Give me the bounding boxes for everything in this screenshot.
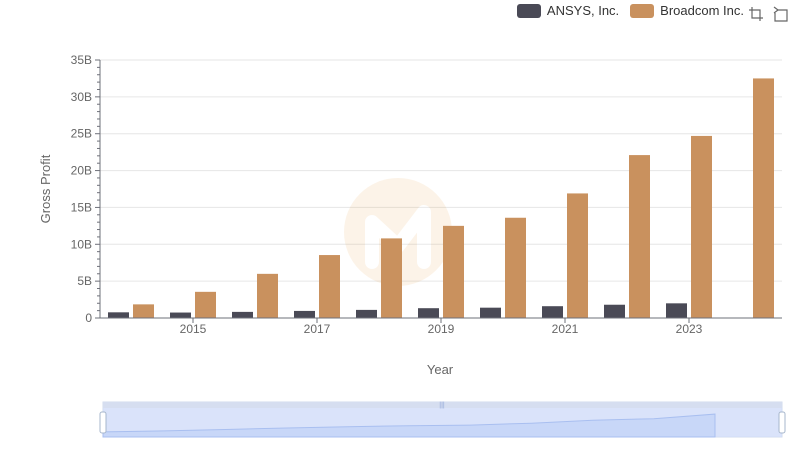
bars bbox=[108, 78, 774, 318]
bar-ansys-2015[interactable] bbox=[170, 312, 191, 318]
bar-broadcom-2020[interactable] bbox=[505, 217, 526, 318]
legend-swatch-ansys bbox=[516, 3, 541, 18]
data-zoom-slider[interactable]: ||| bbox=[99, 401, 786, 438]
data-zoom-grip-icon: ||| bbox=[439, 402, 445, 409]
bar-ansys-2020[interactable] bbox=[480, 307, 501, 318]
y-tick-label: 0 bbox=[85, 311, 92, 325]
x-axis-title: Year bbox=[427, 362, 454, 377]
bar-ansys-2022[interactable] bbox=[604, 304, 625, 318]
bar-broadcom-2022[interactable] bbox=[629, 155, 650, 318]
bar-broadcom-2015[interactable] bbox=[195, 291, 216, 318]
bar-ansys-2021[interactable] bbox=[542, 306, 563, 318]
legend-label-ansys: ANSYS, Inc. bbox=[546, 3, 620, 18]
data-zoom-left-handle[interactable] bbox=[99, 411, 107, 434]
data-zoom-right-handle[interactable] bbox=[778, 411, 786, 434]
bar-broadcom-2018[interactable] bbox=[381, 238, 402, 318]
legend-item-broadcom[interactable]: Broadcom Inc. bbox=[630, 3, 744, 18]
axes bbox=[95, 59, 782, 323]
bar-broadcom-2024[interactable] bbox=[753, 78, 774, 318]
bar-ansys-2016[interactable] bbox=[232, 311, 253, 318]
x-tick-label: 2017 bbox=[304, 322, 331, 336]
bar-broadcom-2019[interactable] bbox=[443, 225, 464, 318]
bar-ansys-2017[interactable] bbox=[294, 310, 315, 318]
restore-icon[interactable] bbox=[773, 6, 789, 22]
y-tick-label: 30B bbox=[71, 90, 92, 104]
bar-ansys-2018[interactable] bbox=[356, 309, 377, 318]
x-tick-label: 2021 bbox=[552, 322, 579, 336]
chart-legend: ANSYS, Inc. Broadcom Inc. bbox=[506, 3, 744, 18]
y-tick-label: 15B bbox=[71, 200, 92, 214]
x-tick-label: 2015 bbox=[180, 322, 207, 336]
legend-item-ansys[interactable]: ANSYS, Inc. bbox=[516, 3, 620, 18]
x-tick-label: 2023 bbox=[676, 322, 703, 336]
bar-broadcom-2021[interactable] bbox=[567, 193, 588, 318]
legend-swatch-broadcom bbox=[630, 3, 655, 18]
y-tick-label: 20B bbox=[71, 164, 92, 178]
bar-chart: 0 5B 10B 15B 20B 25B 30B 35B 2015 2017 2019 2021 202… bbox=[38, 53, 786, 438]
y-tick-label: 35B bbox=[71, 53, 92, 67]
bar-broadcom-2017[interactable] bbox=[319, 255, 340, 318]
y-tick-label: 25B bbox=[71, 127, 92, 141]
y-tick-label: 10B bbox=[71, 237, 92, 251]
bar-broadcom-2014[interactable] bbox=[133, 304, 154, 318]
y-tick-label: 5B bbox=[77, 274, 92, 288]
legend-label-broadcom: Broadcom Inc. bbox=[660, 3, 744, 18]
y-axis-title: Gross Profit bbox=[38, 154, 53, 223]
x-tick-label: 2019 bbox=[428, 322, 455, 336]
bar-broadcom-2023[interactable] bbox=[691, 135, 712, 318]
bar-ansys-2019[interactable] bbox=[418, 308, 439, 318]
bar-ansys-2023[interactable] bbox=[666, 303, 687, 318]
chart-toolbox bbox=[739, 6, 789, 22]
bar-broadcom-2016[interactable] bbox=[257, 273, 278, 318]
zoom-icon[interactable] bbox=[748, 6, 764, 22]
bar-ansys-2014[interactable] bbox=[108, 312, 129, 318]
